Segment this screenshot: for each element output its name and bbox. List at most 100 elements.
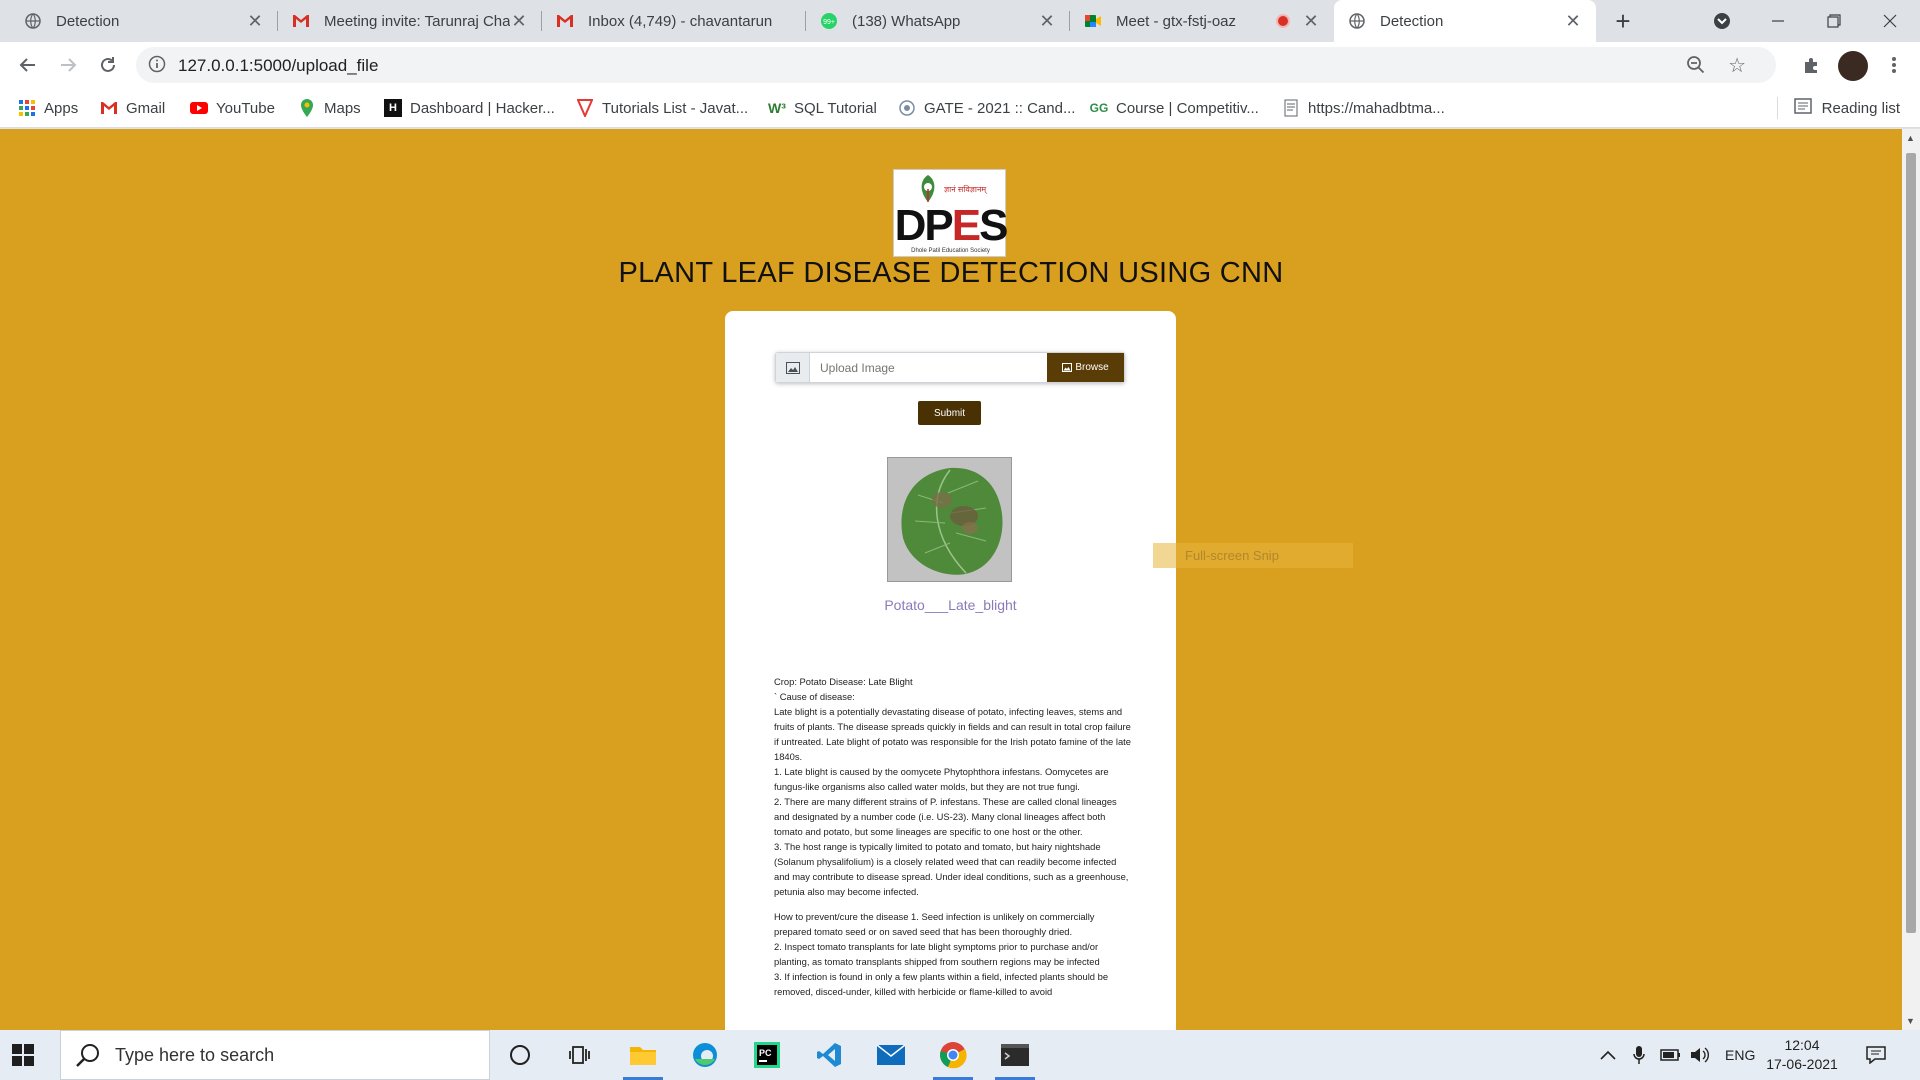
submit-button[interactable]: Submit: [918, 401, 981, 425]
bookmark-apps[interactable]: Apps: [18, 96, 78, 120]
vscode-button[interactable]: [801, 1030, 857, 1080]
page-scrollbar[interactable]: ▲ ▼: [1902, 129, 1920, 1030]
tab-title: Detection: [1380, 12, 1444, 30]
scroll-up-icon[interactable]: ▲: [1906, 133, 1915, 143]
bookmark-mahadbt[interactable]: https://mahadbtma...: [1282, 96, 1445, 120]
microphone-icon[interactable]: [1633, 1030, 1645, 1080]
image-icon: [1062, 363, 1073, 372]
clock[interactable]: 12:04 17-06-2021: [1762, 1036, 1842, 1074]
zoom-icon[interactable]: [1686, 55, 1706, 80]
close-icon[interactable]: ✕: [1038, 11, 1056, 32]
url-text[interactable]: 127.0.0.1:5000/upload_file: [178, 56, 378, 76]
bookmark-gate[interactable]: GATE - 2021 :: Cand...: [898, 96, 1075, 120]
new-tab-button[interactable]: +: [1609, 7, 1637, 35]
info-paragraph: 3. If infection is found in only a few p…: [774, 971, 1109, 997]
meet-icon: [1084, 12, 1102, 30]
disease-info: Crop: Potato Disease: Late Blight ` Caus…: [774, 674, 1132, 999]
upload-image-input[interactable]: [810, 353, 1047, 382]
tab-detection-active[interactable]: Detection ✕: [1334, 0, 1596, 42]
star-icon[interactable]: ☆: [1728, 53, 1746, 78]
browse-button[interactable]: Browse: [1047, 353, 1124, 382]
menu-button[interactable]: [1880, 51, 1908, 79]
puzzle-icon: [1805, 58, 1817, 73]
info-prevention: How to prevent/cure the disease 1. Seed …: [774, 911, 1095, 937]
bookmark-javatpoint[interactable]: Tutorials List - Javat...: [576, 96, 748, 120]
bookmark-gfg[interactable]: GG Course | Competitiv...: [1090, 96, 1259, 120]
chevron-down-icon: [1714, 13, 1730, 29]
tab-whatsapp[interactable]: 99+ (138) WhatsApp ✕: [806, 0, 1070, 42]
apps-icon: [18, 99, 36, 117]
uploaded-leaf-image: [887, 457, 1012, 582]
kebab-menu-icon: [1892, 57, 1896, 73]
tab-title: Meet - gtx-fstj-oaz: [1116, 12, 1237, 30]
close-icon[interactable]: ✕: [510, 11, 528, 32]
notifications-button[interactable]: [1866, 1030, 1886, 1080]
close-icon[interactable]: ✕: [1302, 11, 1320, 32]
upload-card: Browse Submit Potato___Late_blight Crop:…: [725, 311, 1176, 1030]
bookmarks-bar: Apps Gmail YouTube Maps H Dashboard | Ha…: [0, 88, 1920, 128]
image-icon: [776, 353, 810, 382]
info-paragraph: 2. There are many different strains of P…: [774, 796, 1117, 837]
windows-start-button[interactable]: [12, 1044, 34, 1066]
w3schools-icon: W³: [768, 100, 786, 116]
chrome-button[interactable]: [925, 1030, 981, 1080]
snip-overlay: Full-screen Snip: [1153, 543, 1353, 568]
pycharm-icon: PC: [754, 1042, 780, 1068]
tab-title: Detection: [56, 12, 120, 30]
reload-button[interactable]: [94, 51, 122, 79]
maps-icon: [298, 99, 316, 117]
cortana-button[interactable]: [492, 1030, 548, 1080]
bookmark-sql-tutorial[interactable]: W³ SQL Tutorial: [768, 96, 877, 120]
edge-button[interactable]: [677, 1030, 733, 1080]
taskbar-search[interactable]: Type here to search: [60, 1030, 490, 1080]
info-paragraph: 2. Inspect tomato transplants for late b…: [774, 941, 1100, 967]
bookmark-hackerrank[interactable]: H Dashboard | Hacker...: [384, 96, 555, 120]
extensions-button[interactable]: [1798, 51, 1826, 79]
tab-meet[interactable]: Meet - gtx-fstj-oaz ✕: [1070, 0, 1334, 42]
notification-icon: [1866, 1046, 1886, 1064]
task-view-icon: [569, 1046, 590, 1064]
scroll-down-icon[interactable]: ▼: [1906, 1016, 1915, 1026]
windows-icon: [12, 1044, 34, 1066]
language-indicator[interactable]: ENG: [1725, 1030, 1755, 1080]
terminal-button[interactable]: [987, 1030, 1043, 1080]
hackerrank-icon: H: [384, 99, 402, 117]
close-icon[interactable]: ✕: [1564, 11, 1582, 32]
reading-list-icon: [1793, 98, 1812, 118]
browser-toolbar: 127.0.0.1:5000/upload_file ☆: [0, 42, 1920, 88]
pycharm-button[interactable]: PC: [739, 1030, 795, 1080]
reading-list-button[interactable]: Reading list: [1776, 96, 1900, 120]
youtube-icon: [190, 99, 208, 117]
info-icon[interactable]: [148, 55, 168, 75]
close-window-button[interactable]: [1862, 0, 1918, 42]
back-button[interactable]: [14, 51, 42, 79]
chevron-up-icon: [1600, 1050, 1616, 1060]
volume-icon[interactable]: [1690, 1030, 1710, 1080]
globe-icon: [24, 12, 42, 30]
scrollbar-thumb[interactable]: [1906, 153, 1916, 933]
bookmark-youtube[interactable]: YouTube: [190, 96, 275, 120]
file-explorer-button[interactable]: [615, 1030, 671, 1080]
tab-meeting-invite[interactable]: Meeting invite: Tarunraj Cha ✕: [278, 0, 542, 42]
bookmark-maps[interactable]: Maps: [298, 96, 361, 120]
mail-button[interactable]: [863, 1030, 919, 1080]
minimize-button[interactable]: [1750, 0, 1806, 42]
restore-button[interactable]: [1806, 0, 1862, 42]
battery-icon[interactable]: [1660, 1030, 1682, 1080]
tab-inbox[interactable]: Inbox (4,749) - chavantarun: [542, 0, 806, 42]
terminal-icon: [1001, 1044, 1029, 1066]
info-paragraph: 1. Late blight is caused by the oomycete…: [774, 766, 1109, 792]
bookmark-gmail[interactable]: Gmail: [100, 96, 165, 120]
dpes-logo: ज्ञानं सविज्ञानम् DPES Dhole Patil Educa…: [893, 169, 1008, 257]
close-icon[interactable]: ✕: [246, 11, 264, 32]
address-bar[interactable]: 127.0.0.1:5000/upload_file ☆: [136, 47, 1776, 83]
task-view-button[interactable]: [552, 1030, 608, 1080]
show-hidden-icons[interactable]: [1600, 1030, 1616, 1080]
page-title: PLANT LEAF DISEASE DETECTION USING CNN: [618, 257, 1284, 289]
tab-detection-1[interactable]: Detection ✕: [10, 0, 278, 42]
forward-button[interactable]: [54, 51, 82, 79]
globe-icon: [1348, 12, 1366, 30]
tab-search-button[interactable]: [1694, 0, 1750, 42]
folder-icon: [630, 1047, 656, 1065]
avatar[interactable]: [1838, 51, 1868, 81]
